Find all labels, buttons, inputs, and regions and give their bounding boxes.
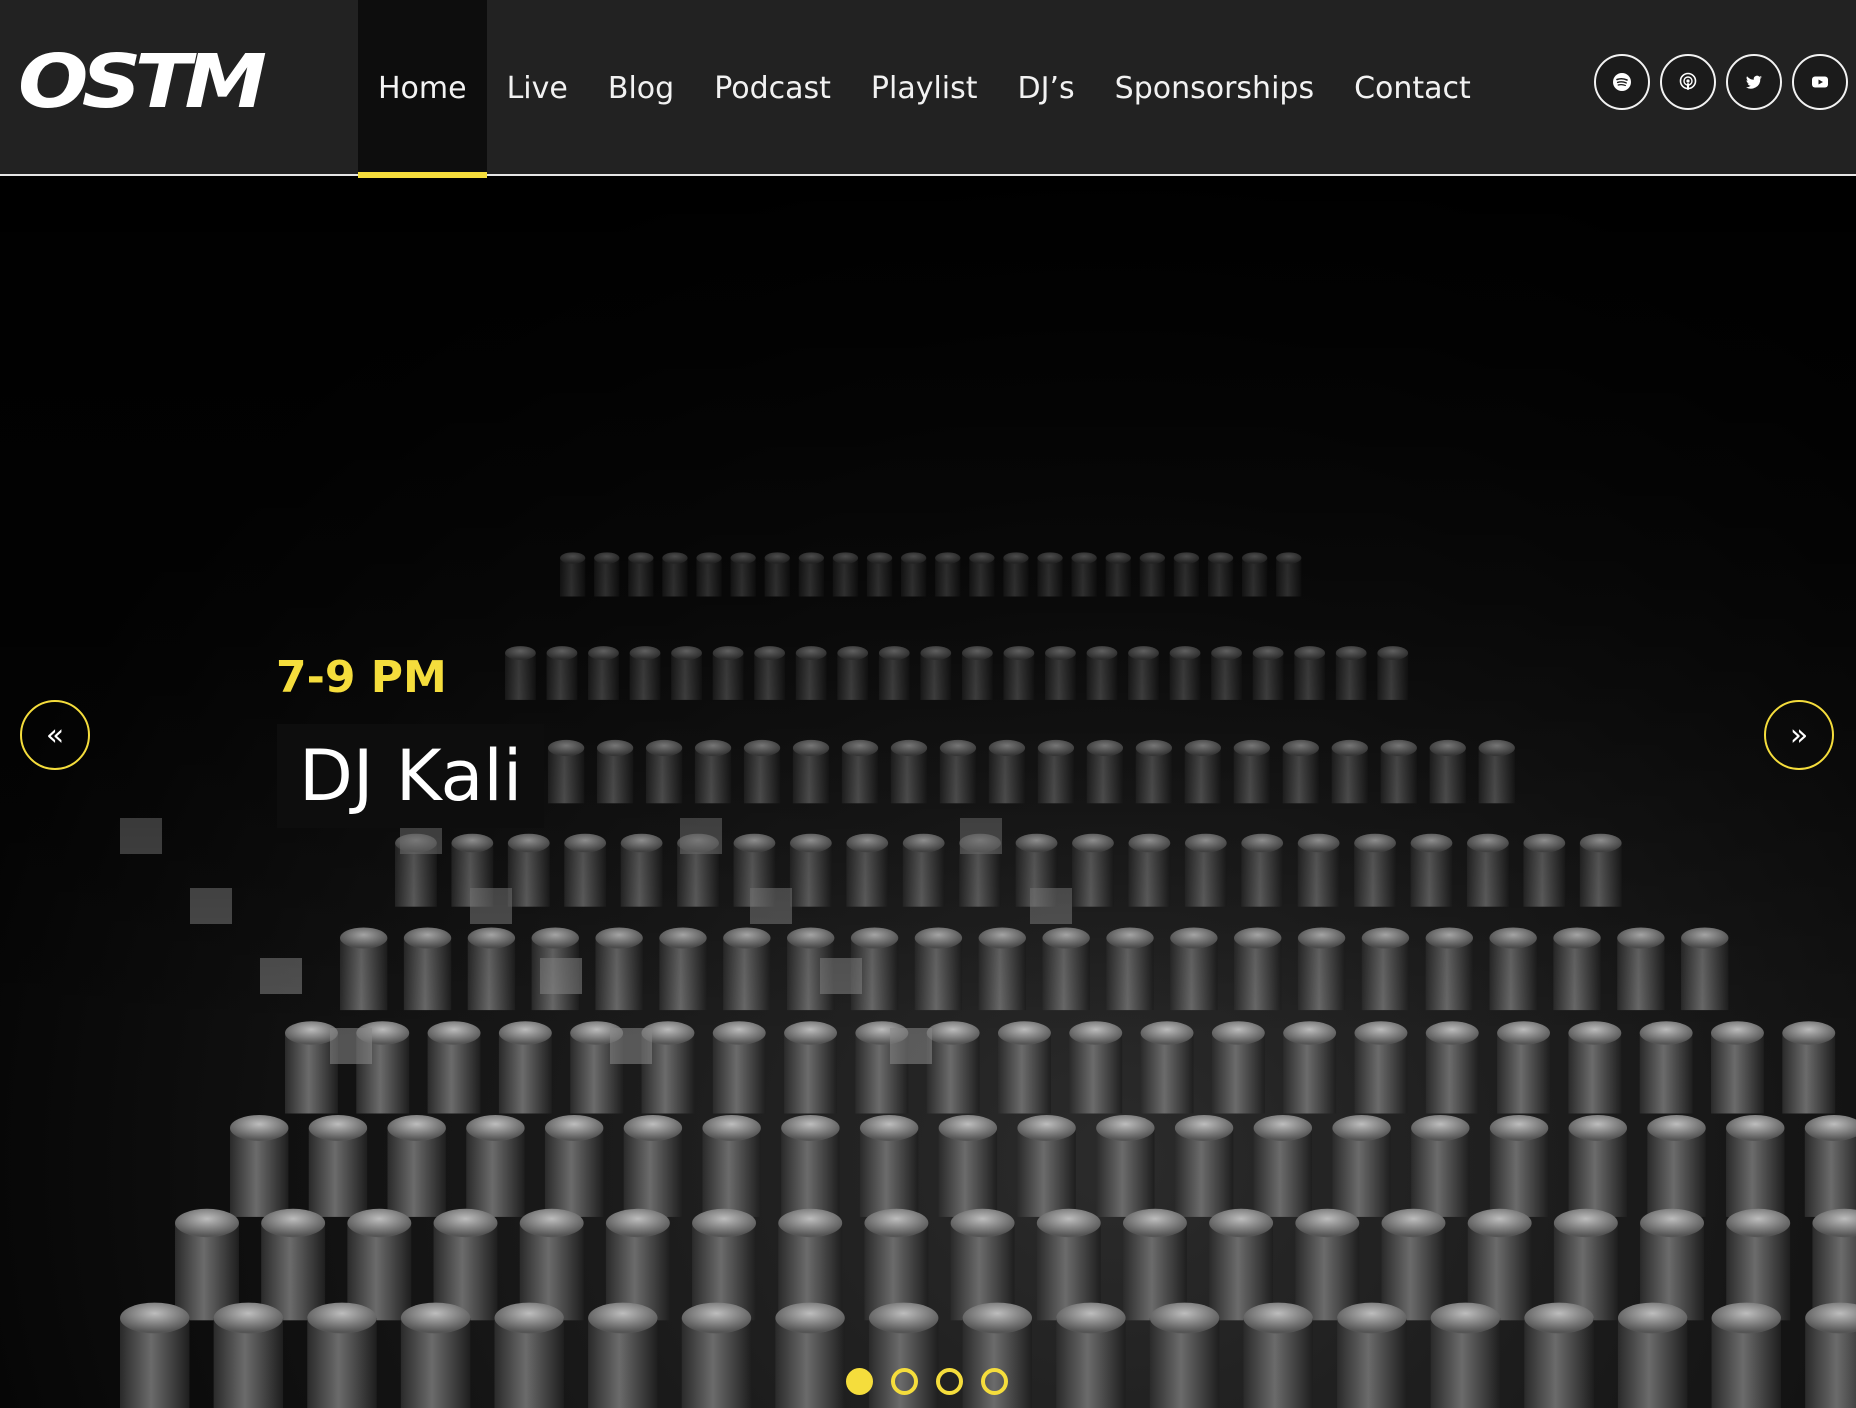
twitter-button[interactable] [1726,54,1782,110]
chevrons-left-icon: « [45,717,65,753]
next-slide-button[interactable]: » [1764,700,1834,770]
nav-sponsorships[interactable]: Sponsorships [1095,0,1334,176]
prev-slide-button[interactable]: « [20,700,90,770]
spotify-icon [1613,73,1631,91]
twitter-icon [1746,75,1762,89]
youtube-icon [1812,76,1828,88]
slide-dot-3[interactable] [936,1368,963,1395]
nav-djs[interactable]: DJ’s [998,0,1095,176]
slide-time: 7-9 PM [276,652,447,703]
nav-blog[interactable]: Blog [588,0,694,176]
logo-text: OSTM [18,39,267,125]
nav-contact[interactable]: Contact [1334,0,1491,176]
hero-slider: 7-9 PM DJ Kali « » [0,178,1856,1408]
spotify-button[interactable] [1594,54,1650,110]
site-header: OSTM Home Live Blog Podcast Playlist DJ’… [0,0,1856,178]
nav-podcast[interactable]: Podcast [694,0,851,176]
nav-home[interactable]: Home [358,0,487,178]
nav-playlist[interactable]: Playlist [851,0,998,176]
slider-dots [846,1368,1008,1395]
slide-dot-1[interactable] [846,1368,873,1395]
main-nav: Home Live Blog Podcast Playlist DJ’s Spo… [358,0,1491,178]
chevrons-right-icon: » [1789,717,1809,753]
slide-dot-4[interactable] [981,1368,1008,1395]
podcast-button[interactable] [1660,54,1716,110]
podcast-icon [1679,72,1697,90]
social-links [1594,54,1848,110]
slide-dot-2[interactable] [891,1368,918,1395]
youtube-button[interactable] [1792,54,1848,110]
slide-title: DJ Kali [277,724,545,828]
nav-live[interactable]: Live [487,0,588,176]
site-logo[interactable]: OSTM [18,45,267,119]
